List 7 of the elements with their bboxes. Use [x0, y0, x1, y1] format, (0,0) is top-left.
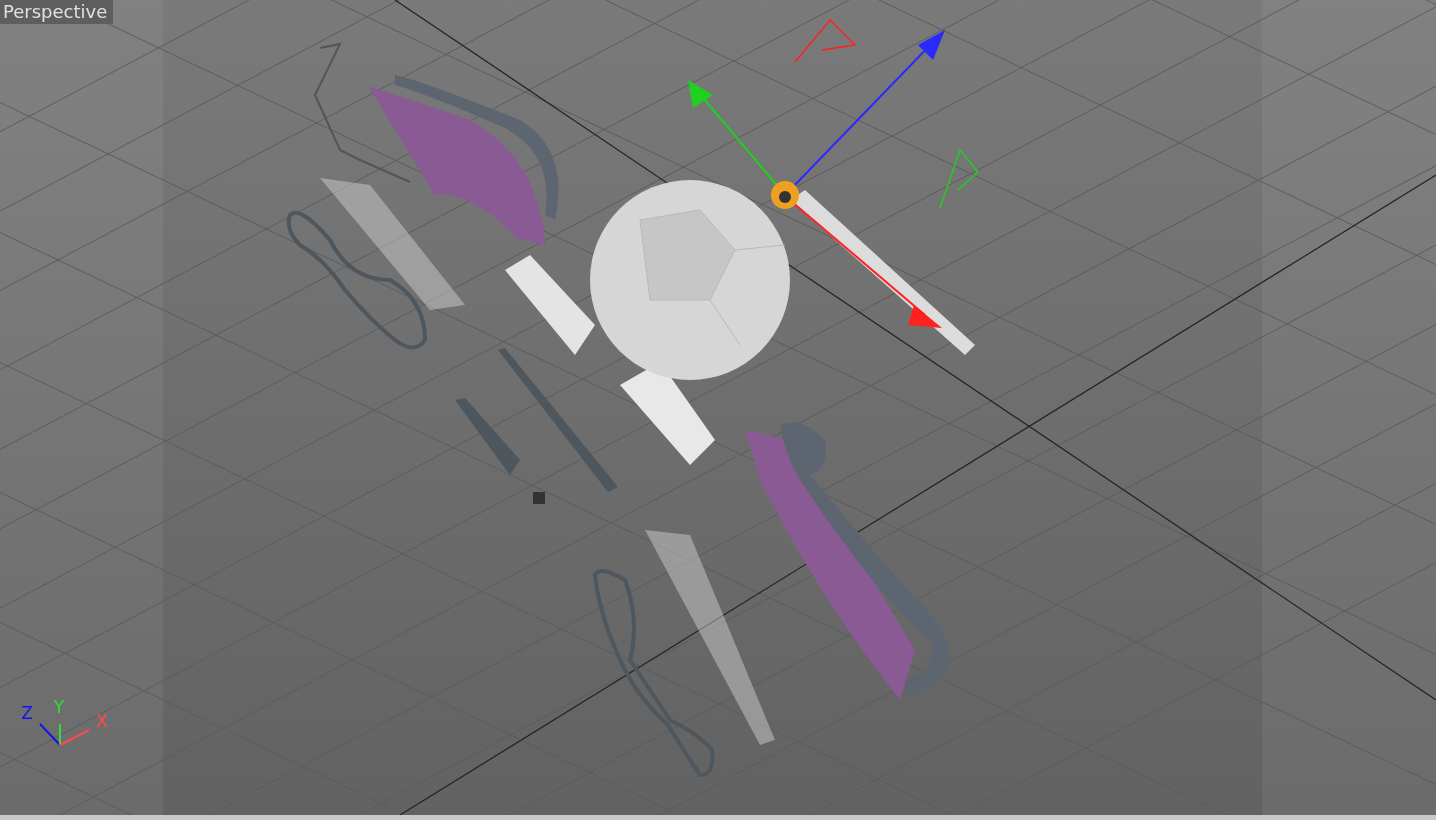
- exploded-model-drawing[interactable]: [286, 18, 980, 777]
- axis-label: X: [96, 711, 108, 731]
- axis-gizmo-drawing: [39, 723, 90, 746]
- axis-label: Z: [21, 703, 33, 723]
- viewport-background[interactable]: [0, 0, 1436, 815]
- axis-label: Y: [53, 697, 65, 717]
- viewport-title[interactable]: Perspective: [0, 0, 114, 24]
